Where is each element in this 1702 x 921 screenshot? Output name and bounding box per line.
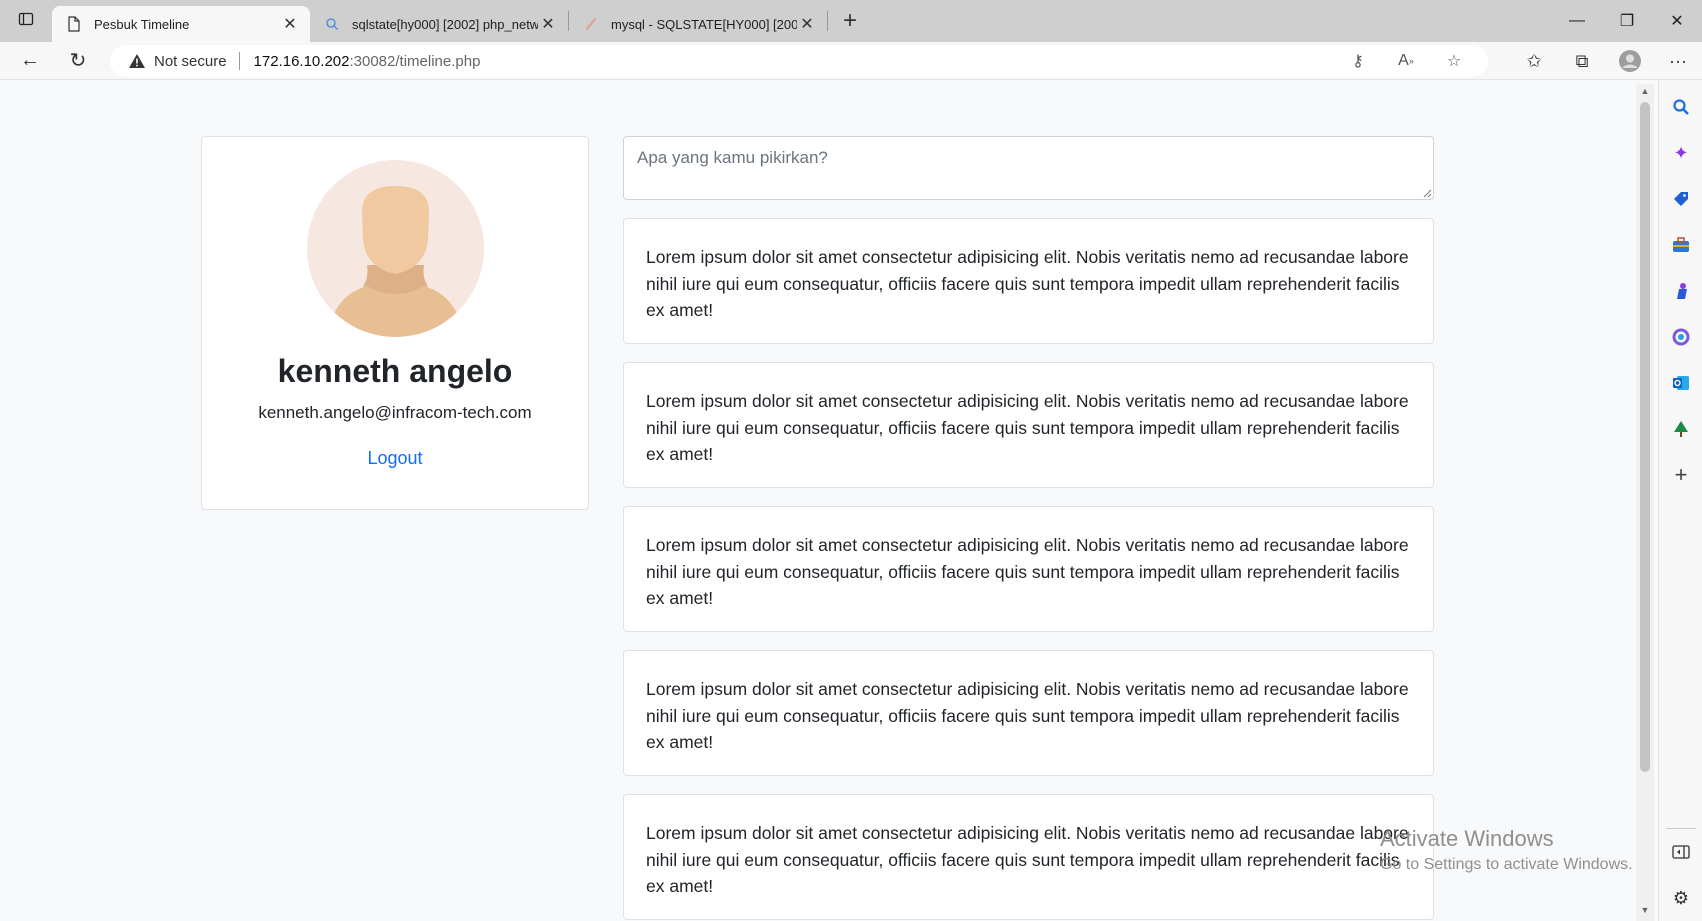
outlook-icon[interactable] [1659,360,1702,406]
tab-strip: Pesbuk Timeline ✕ sqlstate[hy000] [2002]… [0,0,1702,42]
games-chess-icon[interactable] [1659,268,1702,314]
close-window-button[interactable]: ✕ [1652,0,1702,42]
timeline-post: Lorem ipsum dolor sit amet consectetur a… [623,794,1434,920]
tab-divider [827,11,828,31]
profile-avatar-icon[interactable] [1606,42,1654,80]
feather-icon [583,16,599,32]
scroll-up-arrow-icon[interactable]: ▲ [1636,86,1654,100]
search-icon[interactable] [1659,84,1702,130]
tab-close-icon[interactable]: ✕ [280,14,300,34]
copilot-sparkle-icon[interactable]: ✦ [1659,130,1702,176]
more-menu-icon[interactable]: ··· [1654,42,1702,80]
address-bar-actions: ⚷ A» ☆ [1334,45,1478,77]
tab-actions-button[interactable] [0,0,52,42]
page-scrollbar[interactable]: ▲ ▼ [1636,84,1654,921]
reload-button[interactable]: ↻ [54,42,102,80]
timeline-post: Lorem ipsum dolor sit amet consectetur a… [623,650,1434,776]
plus-icon: + [842,7,857,34]
tab-actions-icon [18,11,34,32]
timeline-post: Lorem ipsum dolor sit amet consectetur a… [623,506,1434,632]
post-composer-input[interactable] [623,136,1434,200]
read-aloud-icon[interactable]: A» [1382,45,1430,77]
address-bar[interactable]: Not secure 172.16.10.202:30082/timeline.… [110,45,1488,77]
url-path: :30082/timeline.php [349,52,481,70]
shopping-tag-icon[interactable] [1659,176,1702,222]
security-label[interactable]: Not secure [154,53,227,70]
timeline-post: Lorem ipsum dolor sit amet consectetur a… [623,362,1434,488]
toolbar-actions: ✩ ⧉ ··· [1510,42,1702,80]
add-favorite-icon[interactable]: ☆ [1430,45,1478,77]
tab-sqlstate-search[interactable]: sqlstate[hy000] [2002] php_netw ✕ [310,6,568,42]
microsoft365-icon[interactable] [1659,314,1702,360]
url-host: 172.16.10.202 [253,52,350,70]
favorites-icon[interactable]: ✩ [1510,42,1558,80]
profile-name: kenneth angelo [277,353,513,389]
tab-title: sqlstate[hy000] [2002] php_netw [352,16,538,32]
address-divider [238,52,240,70]
collections-icon[interactable]: ⧉ [1558,42,1606,80]
drop-tree-icon[interactable] [1659,406,1702,452]
browser-toolbar: ← ↻ Not secure 172.16.10.202:30082/timel… [0,42,1702,80]
refresh-icon: ↻ [69,50,87,72]
scroll-thumb[interactable] [1640,102,1650,772]
arrow-left-icon: ← [20,49,40,71]
search-icon [324,16,340,32]
profile-card: kenneth angelo kenneth.angelo@infracom-t… [201,136,589,510]
minimize-button[interactable]: — [1552,0,1602,42]
window-controls: — ❐ ✕ [1552,0,1702,42]
tab-title: Pesbuk Timeline [94,16,190,32]
warning-icon [128,52,146,70]
key-icon[interactable]: ⚷ [1334,45,1382,77]
profile-email: kenneth.angelo@infracom-tech.com [258,403,532,422]
tab-close-icon[interactable]: ✕ [538,14,558,34]
page-icon [66,16,82,32]
back-button[interactable]: ← [6,42,54,80]
tab-close-icon[interactable]: ✕ [797,14,817,34]
tools-briefcase-icon[interactable] [1659,222,1702,268]
scroll-down-arrow-icon[interactable]: ▼ [1636,905,1654,919]
close-icon: ✕ [1670,13,1684,30]
tab-mysql-stackoverflow[interactable]: mysql - SQLSTATE[HY000] [2002] ✕ [569,6,827,42]
avatar-silhouette [307,160,484,337]
settings-gear-icon[interactable]: ⚙ [1659,875,1702,921]
sidebar-bottom: ⚙ [1659,828,1702,921]
minimize-icon: — [1569,12,1585,29]
edge-sidebar: ✦ + ⚙ [1658,80,1702,921]
restore-button[interactable]: ❐ [1602,0,1652,42]
new-tab-button[interactable]: + [832,3,868,39]
restore-icon: ❐ [1619,13,1635,30]
timeline-post: Lorem ipsum dolor sit amet consectetur a… [623,218,1434,344]
tab-title: mysql - SQLSTATE[HY000] [2002] [611,16,797,32]
avatar [307,160,484,337]
tab-pesbuk-timeline[interactable]: Pesbuk Timeline ✕ [52,6,310,42]
hide-sidebar-icon[interactable] [1659,829,1702,875]
logout-link[interactable]: Logout [202,448,588,469]
add-sidebar-app-icon[interactable]: + [1659,452,1702,498]
page-viewport: kenneth angelo kenneth.angelo@infracom-t… [0,80,1636,921]
resize-grip-icon[interactable] [1423,189,1432,198]
